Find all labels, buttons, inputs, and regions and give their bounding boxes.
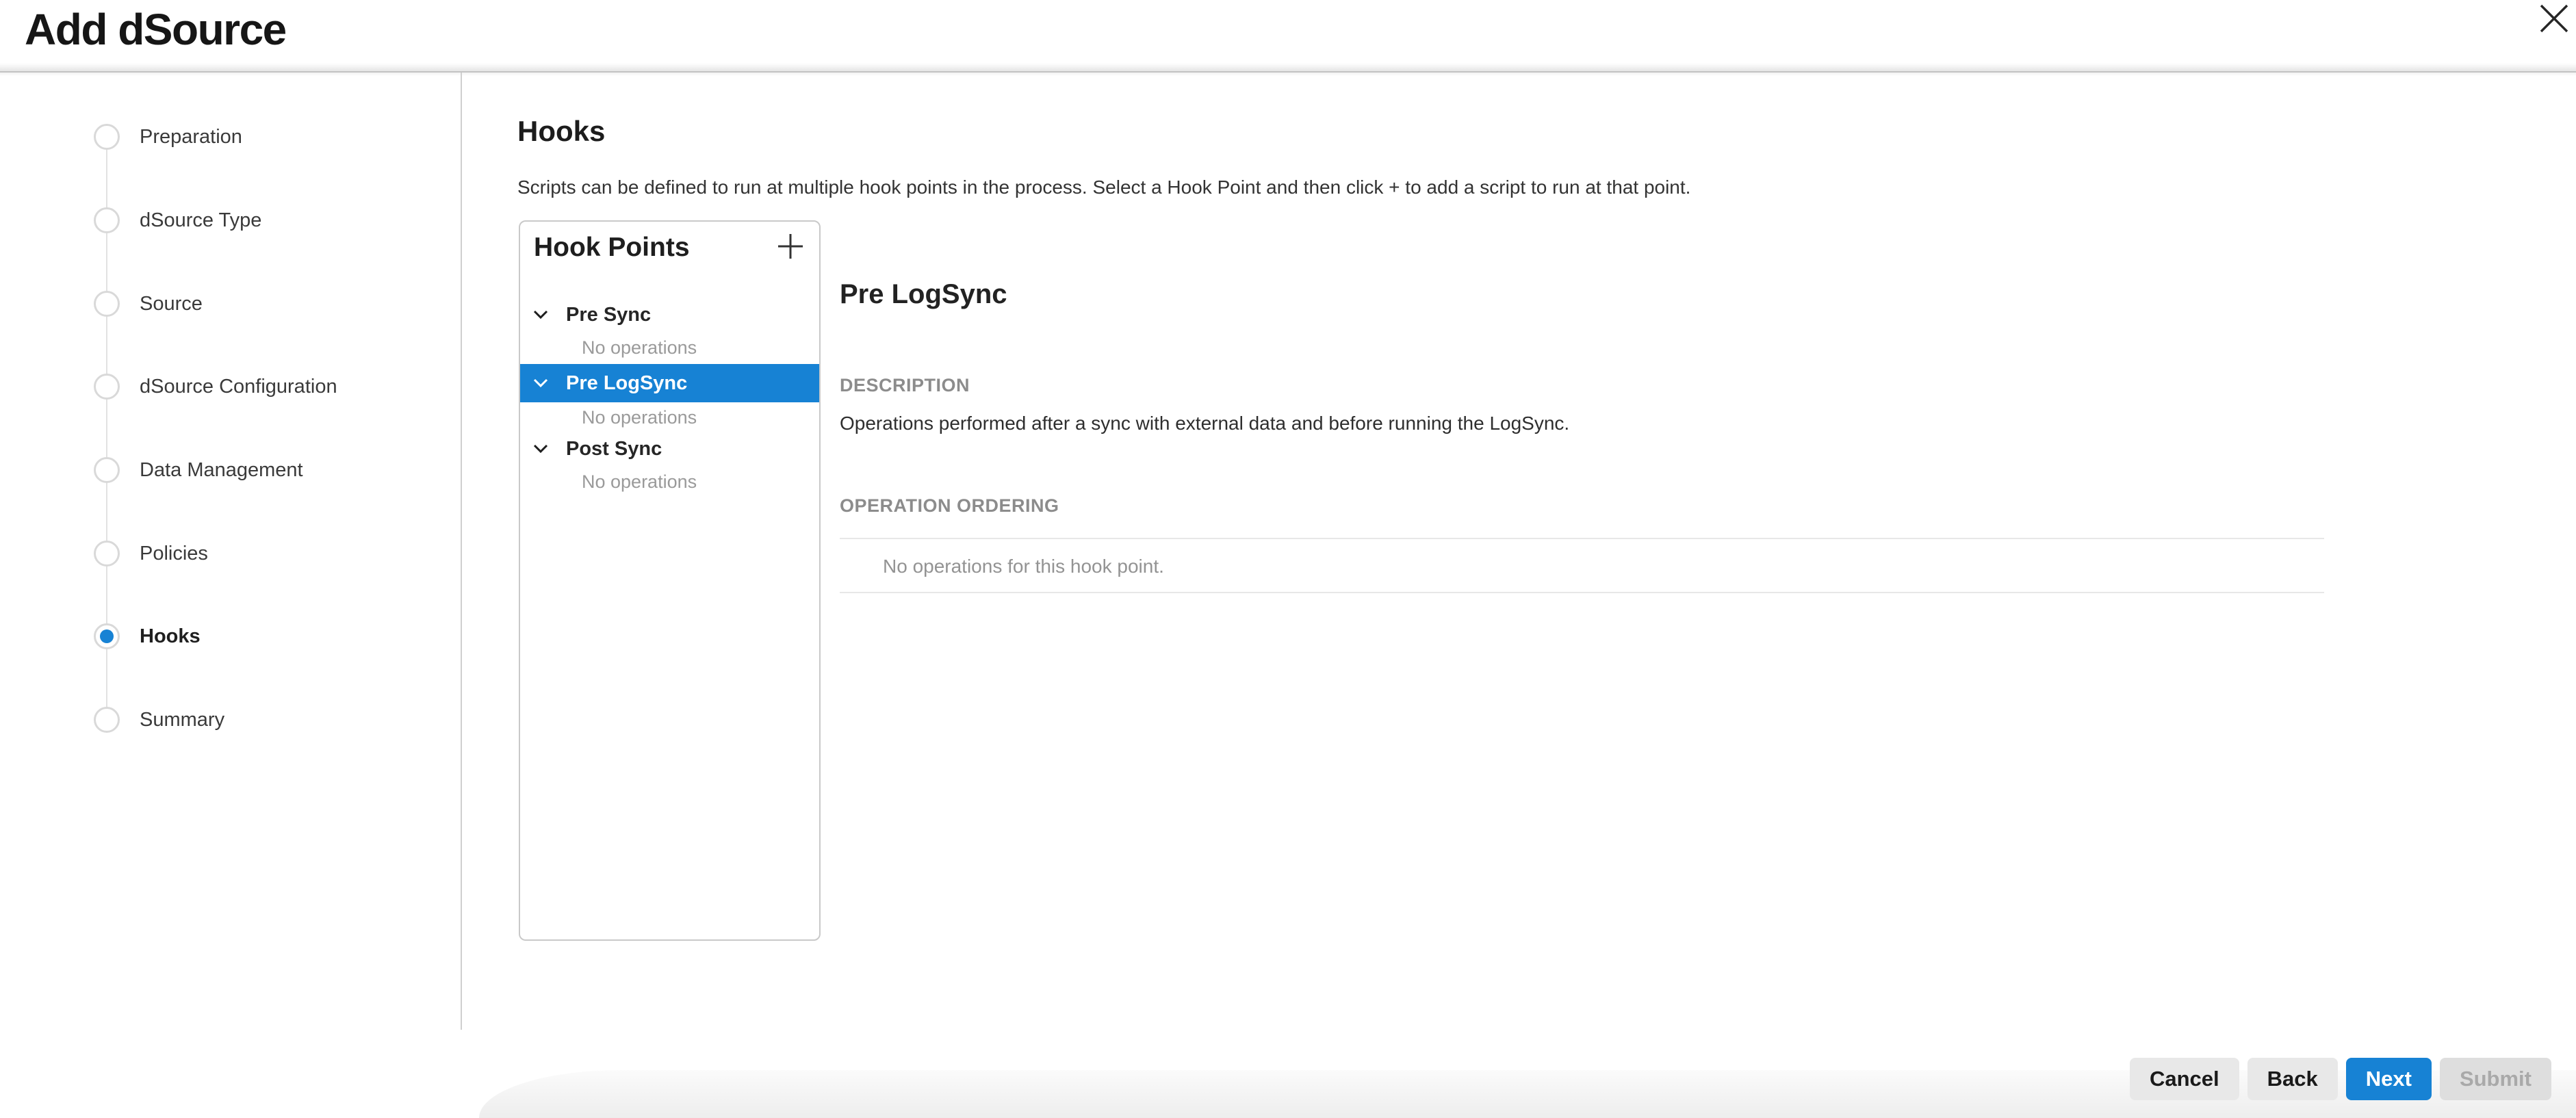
wizard-step-hooks[interactable]: Hooks: [25, 620, 449, 653]
blue-dot: [100, 629, 114, 643]
step-circle: [94, 541, 120, 567]
wizard-step-source[interactable]: Source: [25, 287, 449, 320]
step-label: Hooks: [140, 620, 201, 653]
step-circle: [94, 291, 120, 317]
step-label: Policies: [140, 537, 208, 570]
hook-point-label: Post Sync: [566, 438, 662, 460]
header-divider-fade: [0, 73, 2576, 76]
step-circle: [94, 207, 120, 233]
description-section-heading: DESCRIPTION: [840, 375, 970, 396]
page-title: Hooks: [517, 115, 605, 148]
hook-point-label: Pre Sync: [566, 304, 651, 326]
wizard-step-summary[interactable]: Summary: [25, 703, 449, 736]
selected-hook-point-title: Pre LogSync: [840, 279, 1007, 310]
step-circle: [94, 707, 120, 733]
submit-button[interactable]: Submit: [2440, 1058, 2551, 1100]
page-instructions: Scripts can be defined to run at multipl…: [517, 177, 1690, 198]
operation-list-divider-top: [840, 538, 2324, 539]
back-button[interactable]: Back: [2247, 1058, 2338, 1100]
wizard-step-preparation[interactable]: Preparation: [25, 120, 449, 153]
sidebar-divider: [461, 73, 462, 1030]
hook-points-title: Hook Points: [534, 233, 690, 263]
add-hook-operation-button[interactable]: [777, 233, 804, 260]
hook-point-operations-empty: No operations: [520, 465, 819, 498]
step-circle: [94, 124, 120, 150]
step-label: Preparation: [140, 120, 242, 153]
wizard-step-dsource-configuration[interactable]: dSource Configuration: [25, 370, 449, 403]
step-label: Data Management: [140, 454, 303, 486]
chevron-down-icon[interactable]: [532, 376, 550, 390]
hook-points-panel: Hook Points Pre Sync No operations: [519, 220, 821, 941]
dialog-title: Add dSource: [25, 4, 286, 55]
operations-empty-message: No operations for this hook point.: [883, 556, 1164, 577]
wizard-step-policies[interactable]: Policies: [25, 537, 449, 570]
hook-point-pre-sync[interactable]: Pre Sync: [520, 298, 819, 331]
hook-points-tree: Pre Sync No operations Pre LogSync No op…: [520, 298, 819, 498]
step-circle: [94, 374, 120, 400]
wizard-step-dsource-type[interactable]: dSource Type: [25, 204, 449, 237]
chevron-down-icon[interactable]: [532, 442, 550, 456]
step-label: dSource Configuration: [140, 370, 337, 403]
cancel-button[interactable]: Cancel: [2130, 1058, 2239, 1100]
next-button[interactable]: Next: [2346, 1058, 2432, 1100]
step-label: dSource Type: [140, 204, 261, 237]
close-button[interactable]: [2532, 0, 2576, 41]
step-circle: [94, 457, 120, 483]
plus-icon: [777, 233, 804, 260]
operation-list-divider-bottom: [840, 592, 2324, 593]
hook-point-operations-empty: No operations: [520, 402, 819, 432]
wizard-step-data-management[interactable]: Data Management: [25, 454, 449, 486]
header-shadow: [0, 63, 2576, 71]
step-label: Source: [140, 287, 203, 320]
hook-point-operations-empty: No operations: [520, 331, 819, 364]
hook-point-description: Operations performed after a sync with e…: [840, 413, 1569, 434]
hook-point-label: Pre LogSync: [566, 372, 687, 395]
chevron-down-icon[interactable]: [532, 308, 550, 322]
close-icon: [2539, 3, 2569, 34]
step-label: Summary: [140, 703, 224, 736]
add-dsource-dialog: Add dSource Preparation dSource Type Sou…: [0, 0, 2576, 1118]
hook-point-post-sync[interactable]: Post Sync: [520, 432, 819, 465]
operation-ordering-section-heading: OPERATION ORDERING: [840, 495, 1059, 517]
hook-point-pre-logsync[interactable]: Pre LogSync: [520, 364, 819, 402]
footer-button-bar: Cancel Back Next Submit: [2130, 1058, 2551, 1100]
